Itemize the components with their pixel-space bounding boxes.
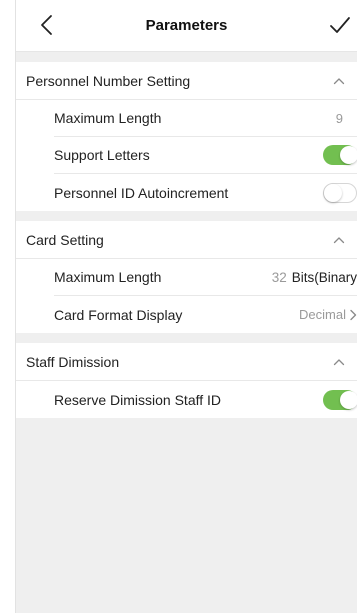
reserve-dimission-toggle[interactable] bbox=[323, 389, 357, 410]
row-card-max-length[interactable]: Maximum Length 32 Bits(Binary bbox=[54, 259, 357, 296]
row-personnel-id-autoincrement: Personnel ID Autoincrement bbox=[54, 174, 357, 211]
section-card-setting: Card Setting Maximum Length 32 Bits(Bina… bbox=[16, 221, 357, 333]
section-header-card-setting[interactable]: Card Setting bbox=[16, 221, 357, 259]
chevron-up-icon[interactable] bbox=[333, 236, 345, 244]
row-reserve-dimission-staff-id: Reserve Dimission Staff ID bbox=[54, 381, 357, 418]
chevron-up-icon[interactable] bbox=[333, 358, 345, 366]
left-edge-panel bbox=[0, 0, 16, 613]
page-title: Parameters bbox=[145, 17, 228, 34]
row-value: Decimal bbox=[299, 307, 357, 322]
section-personnel-number: Personnel Number Setting Maximum Length … bbox=[16, 62, 357, 211]
section-header-personnel-number[interactable]: Personnel Number Setting bbox=[16, 62, 357, 100]
row-value: 9 bbox=[335, 110, 343, 126]
row-card-format-display[interactable]: Card Format Display Decimal bbox=[54, 296, 357, 333]
value-unit: Bits(Binary bbox=[291, 269, 357, 285]
row-personnel-max-length[interactable]: Maximum Length 9 bbox=[54, 100, 357, 137]
section-header-staff-dimission[interactable]: Staff Dimission bbox=[16, 343, 357, 381]
row-label: Reserve Dimission Staff ID bbox=[54, 391, 222, 408]
section-title: Staff Dimission bbox=[26, 353, 120, 370]
section-title: Personnel Number Setting bbox=[26, 72, 191, 89]
checkmark-icon[interactable] bbox=[329, 14, 351, 36]
toggle-knob bbox=[324, 183, 342, 202]
value-text: Decimal bbox=[299, 307, 346, 322]
section-gap bbox=[16, 52, 357, 62]
row-label: Card Format Display bbox=[54, 306, 183, 323]
section-gap bbox=[16, 211, 357, 221]
parameters-screen: Parameters Personnel Number Setting Maxi… bbox=[16, 0, 357, 613]
chevron-left-icon[interactable] bbox=[36, 13, 58, 37]
nav-header: Parameters bbox=[16, 0, 357, 52]
section-staff-dimission: Staff Dimission Reserve Dimission Staff … bbox=[16, 343, 357, 418]
row-label: Maximum Length bbox=[54, 110, 162, 126]
row-label: Maximum Length bbox=[54, 269, 162, 285]
chevron-right-icon bbox=[350, 309, 357, 320]
section-title: Card Setting bbox=[26, 231, 104, 248]
row-label: Support Letters bbox=[54, 147, 150, 163]
row-label: Personnel ID Autoincrement bbox=[54, 184, 229, 201]
autoincrement-toggle[interactable] bbox=[323, 182, 357, 203]
chevron-up-icon[interactable] bbox=[333, 77, 345, 85]
toggle-knob bbox=[340, 146, 357, 164]
row-value: 32 Bits(Binary bbox=[272, 270, 357, 285]
row-support-letters: Support Letters bbox=[54, 137, 357, 174]
value-number: 32 bbox=[271, 269, 287, 285]
section-gap bbox=[16, 333, 357, 343]
toggle-knob bbox=[340, 390, 357, 409]
support-letters-toggle[interactable] bbox=[323, 145, 357, 165]
